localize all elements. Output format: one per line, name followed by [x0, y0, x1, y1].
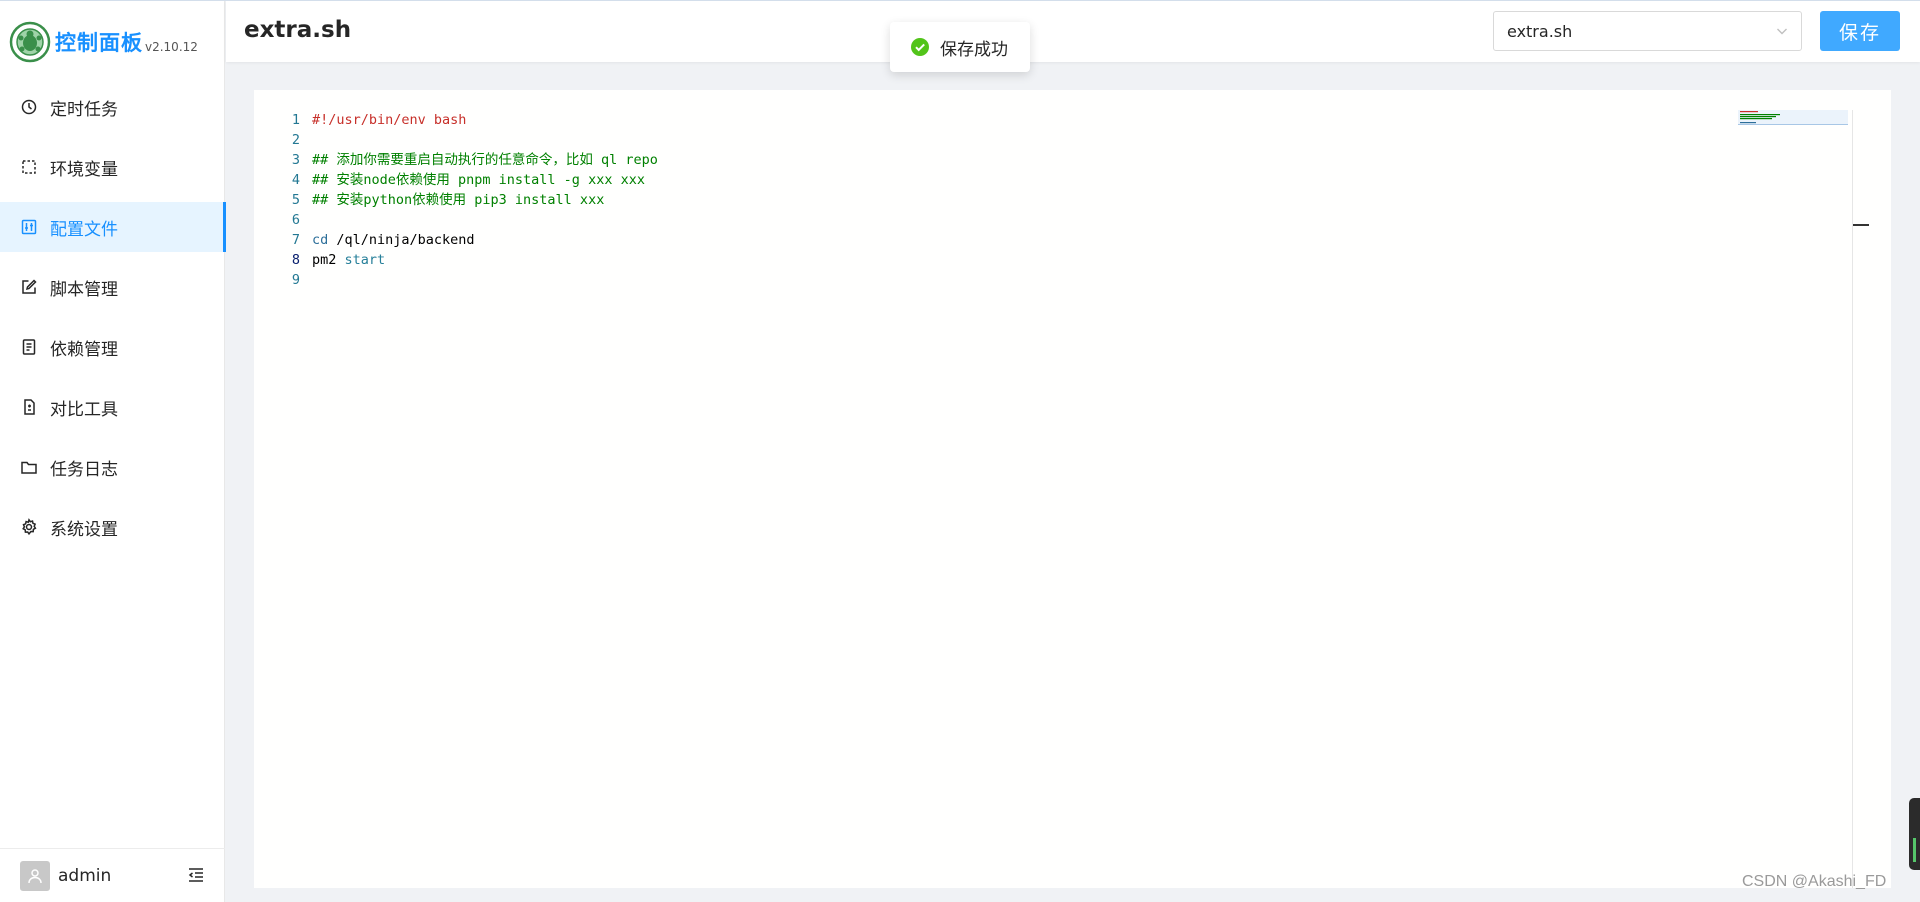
- code-lines[interactable]: 1 #!/usr/bin/env bash 2 3 ## 添加你需要重启自动执行…: [254, 110, 658, 290]
- line-text: ## 添加你需要重启自动执行的任意命令，比如 ql repo: [312, 152, 658, 168]
- diff-icon: [20, 398, 38, 416]
- chevron-down-icon: [1777, 28, 1787, 35]
- brand-version: v2.10.12: [145, 40, 198, 54]
- sidebar-item-diff[interactable]: 对比工具: [0, 382, 225, 432]
- check-circle-icon: [911, 38, 929, 56]
- brand-title: 控制面板: [55, 31, 143, 55]
- watermark: CSDN @Akashi_FD: [1742, 873, 1887, 890]
- sidebar-item-settings[interactable]: 系统设置: [0, 502, 225, 552]
- line-number: 4: [291, 172, 300, 188]
- sidebar-item-scripts[interactable]: 脚本管理: [0, 262, 225, 312]
- scrollbar-cursor-marker: [1853, 224, 1869, 226]
- menu-collapse-icon[interactable]: [187, 866, 205, 884]
- sidebar-item-config[interactable]: 配置文件: [0, 202, 226, 252]
- sidebar-item-label: 脚本管理: [50, 279, 118, 300]
- page-header: extra.sh extra.sh 保存: [226, 1, 1920, 62]
- brand[interactable]: 控制面板 v2.10.12: [9, 20, 198, 64]
- editor-minimap[interactable]: [1738, 110, 1848, 140]
- code-keyword: cd: [312, 232, 329, 248]
- sidebar: 控制面板 v2.10.12 定时任务 环境变量 配置文件 脚本管理 依赖管理 对…: [0, 0, 226, 902]
- line-number: 6: [291, 212, 300, 228]
- sidebar-item-label: 配置文件: [50, 219, 118, 240]
- toast-message: 保存成功: [940, 39, 1008, 60]
- code-line[interactable]: 2: [254, 130, 658, 150]
- file-list-icon: [20, 338, 38, 356]
- code-line[interactable]: 7 cd /ql/ninja/backend: [254, 230, 658, 250]
- code-command: pm2: [312, 252, 337, 268]
- code-editor[interactable]: 1 #!/usr/bin/env bash 2 3 ## 添加你需要重启自动执行…: [254, 90, 1891, 888]
- dashed-frame-icon: [20, 158, 38, 176]
- line-number: 8: [291, 252, 300, 268]
- sidebar-item-cron[interactable]: 定时任务: [0, 82, 225, 132]
- clock-icon: [20, 98, 38, 116]
- line-number: 1: [291, 112, 300, 128]
- line-number: 3: [291, 152, 300, 168]
- top-border: [0, 0, 1920, 1]
- sidebar-item-label: 依赖管理: [50, 339, 118, 360]
- code-line[interactable]: 5 ## 安装python依赖使用 pip3 install xxx: [254, 190, 658, 210]
- line-number: 2: [291, 132, 300, 148]
- avatar[interactable]: [20, 860, 50, 891]
- line-text: ## 安装python依赖使用 pip3 install xxx: [312, 192, 605, 208]
- sidebar-item-label: 定时任务: [50, 99, 118, 120]
- folder-icon: [20, 458, 38, 476]
- username[interactable]: admin: [58, 866, 111, 886]
- line-text: ## 安装node依赖使用 pnpm install -g xxx xxx: [312, 172, 645, 188]
- code-line[interactable]: 6: [254, 210, 658, 230]
- page-title: extra.sh: [244, 17, 352, 43]
- line-number: 7: [291, 232, 300, 248]
- sidebar-item-logs[interactable]: 任务日志: [0, 442, 225, 492]
- sidebar-item-label: 系统设置: [50, 519, 118, 540]
- line-text: #!/usr/bin/env bash: [312, 112, 467, 128]
- save-button[interactable]: 保存: [1820, 11, 1900, 51]
- code-line[interactable]: 8 pm2 start: [254, 250, 658, 270]
- sidebar-menu: 定时任务 环境变量 配置文件 脚本管理 依赖管理 对比工具 任务日志 系统设置: [0, 82, 226, 562]
- file-select-value: extra.sh: [1507, 21, 1573, 41]
- floating-side-widget[interactable]: [1909, 798, 1920, 870]
- line-text: cd /ql/ninja/backend: [312, 230, 475, 250]
- code-line[interactable]: 4 ## 安装node依赖使用 pnpm install -g xxx xxx: [254, 170, 658, 190]
- line-number: 9: [291, 272, 300, 288]
- sidebar-item-deps[interactable]: 依赖管理: [0, 322, 225, 372]
- line-number: 5: [291, 192, 300, 208]
- sliders-icon: [20, 218, 38, 236]
- widget-level-bar: [1913, 838, 1916, 862]
- editor-scrollbar[interactable]: [1852, 110, 1853, 888]
- code-line[interactable]: 1 #!/usr/bin/env bash: [254, 110, 658, 130]
- code-argument: start: [336, 252, 386, 268]
- code-argument: /ql/ninja/backend: [328, 232, 475, 248]
- sidebar-item-label: 对比工具: [50, 399, 118, 420]
- app-root: 控制面板 v2.10.12 定时任务 环境变量 配置文件 脚本管理 依赖管理 对…: [0, 0, 1920, 902]
- code-line[interactable]: 9: [254, 270, 658, 290]
- code-line[interactable]: 3 ## 添加你需要重启自动执行的任意命令，比如 ql repo: [254, 150, 658, 170]
- success-toast: 保存成功: [890, 22, 1030, 72]
- sidebar-item-env[interactable]: 环境变量: [0, 142, 225, 192]
- user-icon: [28, 868, 42, 883]
- edit-icon: [20, 278, 38, 296]
- gear-icon: [20, 518, 38, 536]
- line-text: pm2 start: [312, 250, 385, 270]
- sidebar-item-label: 环境变量: [50, 159, 118, 180]
- logo-icon: [9, 21, 51, 63]
- sidebar-item-label: 任务日志: [50, 459, 118, 480]
- sidebar-footer: admin: [0, 848, 225, 902]
- file-select[interactable]: extra.sh: [1493, 11, 1802, 51]
